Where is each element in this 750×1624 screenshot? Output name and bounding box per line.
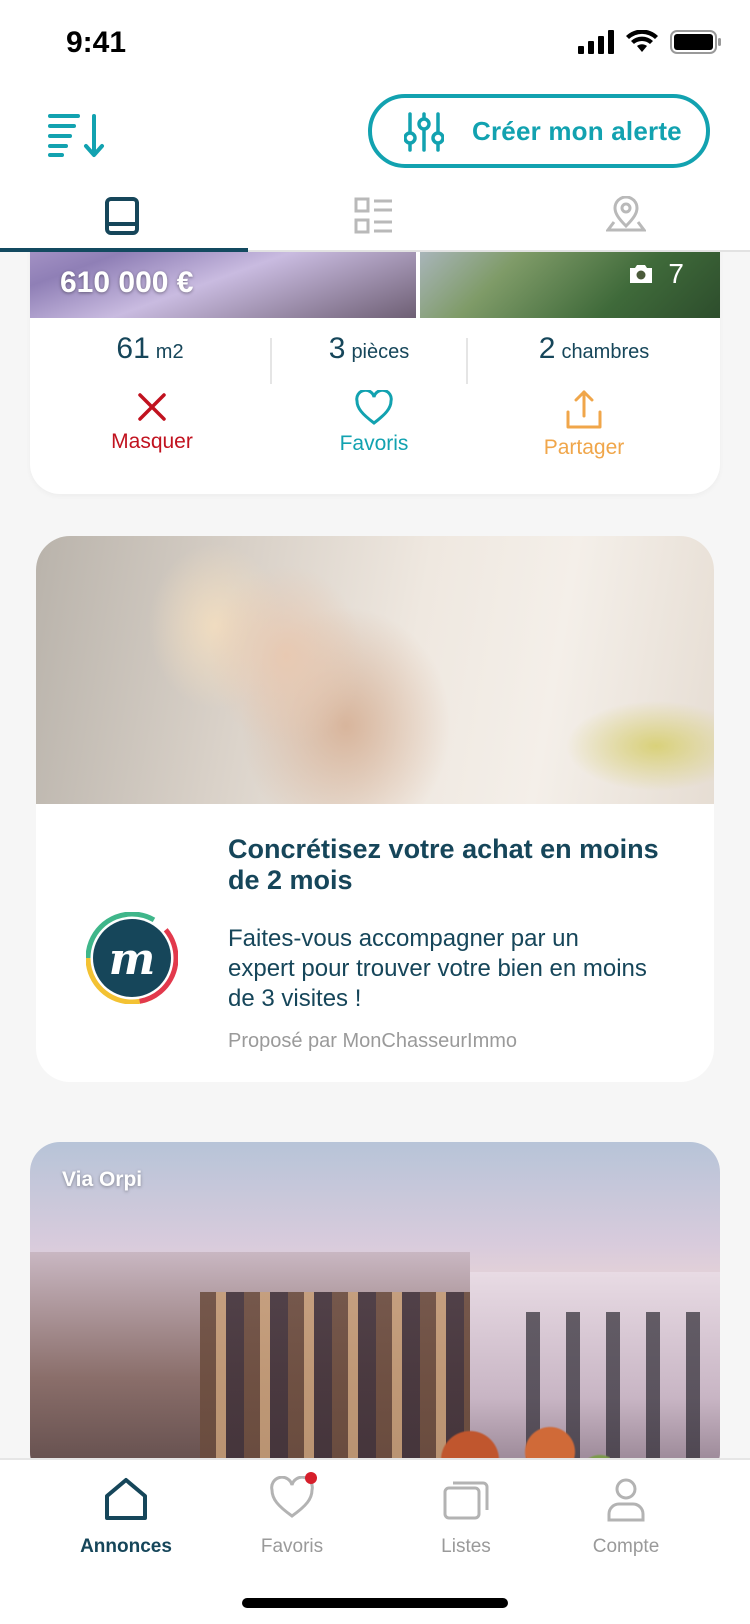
listing-photo-secondary: 7 bbox=[420, 252, 720, 318]
promo-card[interactable]: m Concrétisez votre achat en moins de 2 … bbox=[36, 536, 714, 1082]
close-icon bbox=[138, 393, 166, 421]
monchasseurimmo-logo: m bbox=[86, 912, 178, 1004]
heart-icon bbox=[269, 1472, 317, 1522]
bottom-navigation: Annonces Favoris Listes Compte bbox=[0, 1458, 750, 1624]
sort-button[interactable] bbox=[48, 112, 108, 158]
active-tab-underline bbox=[0, 248, 248, 252]
listing-feed[interactable]: 610 000 € 7 61 m2 3 pièces 2 chambres Ma… bbox=[0, 252, 750, 1458]
listing-photo-main: 610 000 € bbox=[30, 252, 416, 318]
tab-map-view[interactable] bbox=[605, 195, 647, 236]
favorite-label: Favoris bbox=[339, 432, 409, 455]
stat-area: 61 m2 bbox=[30, 332, 270, 388]
share-icon bbox=[566, 390, 602, 429]
stat-area-value: 61 bbox=[116, 332, 150, 365]
stat-bedrooms-value: 2 bbox=[538, 332, 556, 365]
battery-icon bbox=[670, 30, 721, 54]
list-view-icon bbox=[354, 197, 392, 234]
nav-label-favoris: Favoris bbox=[260, 1536, 324, 1557]
view-tabs bbox=[0, 180, 750, 252]
nav-item-compte[interactable]: Compte bbox=[546, 1476, 706, 1558]
signal-icon bbox=[578, 30, 614, 54]
stat-rooms-value: 3 bbox=[328, 332, 346, 365]
nav-item-annonces[interactable]: Annonces bbox=[46, 1476, 206, 1558]
promo-title: Concrétisez votre achat en moins de 2 mo… bbox=[228, 834, 659, 895]
tab-list-view[interactable] bbox=[354, 196, 394, 236]
nav-item-favoris[interactable]: Favoris bbox=[212, 1472, 372, 1558]
nav-item-listes[interactable]: Listes bbox=[386, 1476, 546, 1558]
promo-source: Proposé par MonChasseurImmo bbox=[228, 1030, 518, 1052]
wifi-icon bbox=[626, 30, 658, 52]
heart-icon bbox=[355, 390, 393, 425]
hide-button[interactable]: Masquer bbox=[52, 388, 252, 488]
stat-bedrooms-unit: chambres bbox=[561, 341, 650, 363]
stat-bedrooms: 2 chambres bbox=[468, 332, 720, 388]
listing-stats: 61 m2 3 pièces 2 chambres bbox=[30, 332, 720, 388]
listing-price: 610 000 € bbox=[60, 266, 194, 299]
map-pin-icon bbox=[605, 195, 647, 232]
trees bbox=[410, 1412, 610, 1458]
user-icon bbox=[607, 1478, 645, 1522]
status-time: 9:41 bbox=[66, 26, 127, 59]
status-icons bbox=[578, 30, 722, 54]
cards-icon bbox=[443, 1481, 489, 1520]
notification-dot bbox=[305, 1472, 317, 1484]
sort-icon bbox=[48, 114, 104, 157]
sliders-icon bbox=[404, 112, 444, 152]
hide-label: Masquer bbox=[111, 430, 193, 453]
nav-label-compte: Compte bbox=[592, 1536, 660, 1557]
camera-icon bbox=[630, 265, 653, 283]
promo-photo bbox=[36, 536, 714, 804]
listing-actions: Masquer Favoris Partager bbox=[30, 388, 720, 488]
header: Créer mon alerte bbox=[0, 90, 750, 180]
stat-area-unit: m2 bbox=[155, 341, 184, 363]
svg-text:m: m bbox=[109, 934, 156, 985]
promo-description: Faites-vous accompagner par un expert po… bbox=[228, 925, 647, 1012]
home-icon bbox=[105, 1478, 147, 1520]
photo-count-value: 7 bbox=[668, 258, 684, 289]
listing-photo[interactable]: 610 000 € 7 bbox=[30, 252, 720, 318]
listing-card[interactable]: 610 000 € 7 61 m2 3 pièces 2 chambres Ma… bbox=[30, 252, 720, 494]
share-button[interactable]: Partager bbox=[484, 388, 684, 488]
status-bar: 9:41 bbox=[0, 0, 750, 90]
photo-count: 7 bbox=[628, 258, 684, 290]
tab-card-view[interactable] bbox=[104, 196, 144, 236]
home-indicator[interactable] bbox=[242, 1598, 508, 1608]
create-alert-label: Créer mon alerte bbox=[472, 116, 682, 146]
nav-label-annonces: Annonces bbox=[80, 1536, 172, 1557]
via-agency-label: Via Orpi bbox=[62, 1168, 143, 1191]
stat-rooms: 3 pièces bbox=[272, 332, 466, 388]
create-alert-button[interactable]: Créer mon alerte bbox=[368, 94, 710, 168]
listing-card[interactable]: Via Orpi bbox=[30, 1142, 720, 1458]
favorite-button[interactable]: Favoris bbox=[274, 388, 474, 488]
stat-rooms-unit: pièces bbox=[351, 341, 410, 363]
card-view-icon bbox=[105, 197, 139, 235]
share-label: Partager bbox=[543, 436, 625, 459]
nav-label-listes: Listes bbox=[441, 1536, 491, 1557]
